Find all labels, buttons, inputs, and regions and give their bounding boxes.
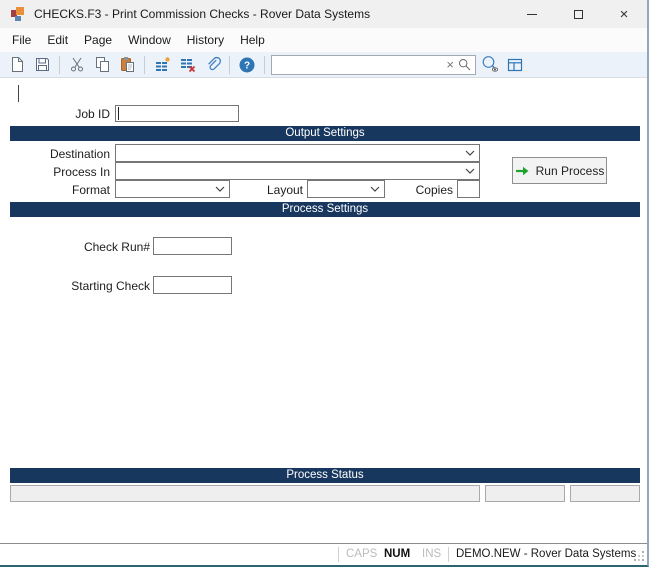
- toolbar-separator: [264, 56, 265, 74]
- check-run-label: Check Run#: [0, 240, 150, 254]
- toolbar: ? ×: [0, 52, 647, 78]
- resize-grip[interactable]: [642, 559, 644, 561]
- cut-icon: [69, 56, 86, 73]
- help-icon: ?: [238, 56, 256, 74]
- format-select[interactable]: [115, 180, 230, 198]
- close-button[interactable]: ×: [601, 0, 647, 28]
- menu-bar: File Edit Page Window History Help: [0, 28, 647, 52]
- chevron-down-icon: [370, 186, 380, 192]
- caps-lock-indicator: CAPS: [346, 548, 377, 560]
- delete-detail-icon: [179, 56, 196, 73]
- menu-help[interactable]: Help: [240, 33, 265, 47]
- destination-select[interactable]: [115, 144, 480, 162]
- layout-label: Layout: [233, 183, 303, 197]
- window-controls: ×: [509, 0, 647, 28]
- run-process-button[interactable]: Run Process: [512, 157, 607, 184]
- app-logo-icon: [10, 6, 26, 22]
- app-window: CHECKS.F3 - Print Commission Checks - Ro…: [0, 0, 649, 567]
- process-status-header: Process Status: [10, 468, 640, 483]
- status-counter-field: [485, 485, 565, 502]
- menu-window[interactable]: Window: [128, 33, 171, 47]
- maximize-icon: [574, 10, 583, 19]
- paste-button[interactable]: [116, 54, 138, 76]
- format-label: Format: [0, 183, 110, 197]
- browse-table-icon: [506, 56, 524, 74]
- session-account-label: DEMO.NEW - Rover Data Systems: [456, 548, 636, 560]
- starting-check-label: Starting Check: [0, 279, 150, 293]
- title-bar: CHECKS.F3 - Print Commission Checks - Ro…: [0, 0, 647, 28]
- chevron-down-icon: [465, 168, 475, 174]
- search-clear-icon[interactable]: ×: [443, 56, 457, 74]
- status-bar: CAPS NUM INS DEMO.NEW - Rover Data Syste…: [0, 543, 647, 565]
- job-id-input[interactable]: [115, 105, 239, 122]
- run-arrow-icon: [515, 164, 530, 178]
- cut-button[interactable]: [66, 54, 88, 76]
- close-icon: ×: [620, 7, 629, 22]
- status-time-field: [570, 485, 640, 502]
- process-in-select[interactable]: [115, 162, 480, 180]
- menu-history[interactable]: History: [187, 33, 224, 47]
- copy-icon: [94, 56, 111, 73]
- layout-select[interactable]: [307, 180, 385, 198]
- window-title: CHECKS.F3 - Print Commission Checks - Ro…: [34, 7, 370, 21]
- toolbar-separator: [59, 56, 60, 74]
- input-caret: [118, 107, 119, 120]
- chevron-down-icon: [465, 150, 475, 156]
- form-area: Job ID Output Settings Destination Proce…: [0, 78, 647, 543]
- minimize-icon: [527, 14, 537, 15]
- insert-mode-indicator: INS: [422, 548, 441, 560]
- save-button[interactable]: [31, 54, 53, 76]
- find-record-button[interactable]: [479, 54, 501, 76]
- svg-text:?: ?: [244, 60, 250, 71]
- process-in-label: Process In: [0, 165, 110, 179]
- process-settings-header: Process Settings: [10, 202, 640, 217]
- run-process-label: Run Process: [536, 164, 605, 178]
- output-settings-header: Output Settings: [10, 126, 640, 141]
- find-record-icon: [481, 55, 500, 74]
- text-caret: [18, 85, 19, 102]
- insert-detail-button[interactable]: [151, 54, 173, 76]
- attachment-icon: [204, 56, 221, 73]
- statusbar-separator: [338, 547, 339, 562]
- job-id-label: Job ID: [0, 107, 110, 121]
- status-message-field: [10, 485, 480, 502]
- search-input[interactable]: [272, 57, 443, 73]
- toolbar-separator: [144, 56, 145, 74]
- menu-edit[interactable]: Edit: [47, 33, 68, 47]
- statusbar-separator: [448, 547, 449, 562]
- toolbar-separator: [229, 56, 230, 74]
- menu-file[interactable]: File: [12, 33, 31, 47]
- minimize-button[interactable]: [509, 0, 555, 28]
- new-document-icon: [9, 56, 26, 73]
- menu-page[interactable]: Page: [84, 33, 112, 47]
- new-document-button[interactable]: [6, 54, 28, 76]
- delete-detail-button[interactable]: [176, 54, 198, 76]
- starting-check-input[interactable]: [153, 276, 232, 294]
- search-icon[interactable]: [457, 58, 475, 71]
- maximize-button[interactable]: [555, 0, 601, 28]
- insert-detail-icon: [154, 56, 171, 73]
- copies-label: Copies: [390, 183, 453, 197]
- toolbar-search: ×: [271, 55, 476, 75]
- check-run-input[interactable]: [153, 237, 232, 255]
- copy-button[interactable]: [91, 54, 113, 76]
- copies-input[interactable]: [457, 180, 480, 198]
- help-button[interactable]: ?: [236, 54, 258, 76]
- browse-table-button[interactable]: [504, 54, 526, 76]
- num-lock-indicator: NUM: [384, 548, 410, 560]
- attachment-button[interactable]: [201, 54, 223, 76]
- save-icon: [34, 56, 51, 73]
- paste-icon: [119, 56, 136, 73]
- chevron-down-icon: [215, 186, 225, 192]
- destination-label: Destination: [0, 147, 110, 161]
